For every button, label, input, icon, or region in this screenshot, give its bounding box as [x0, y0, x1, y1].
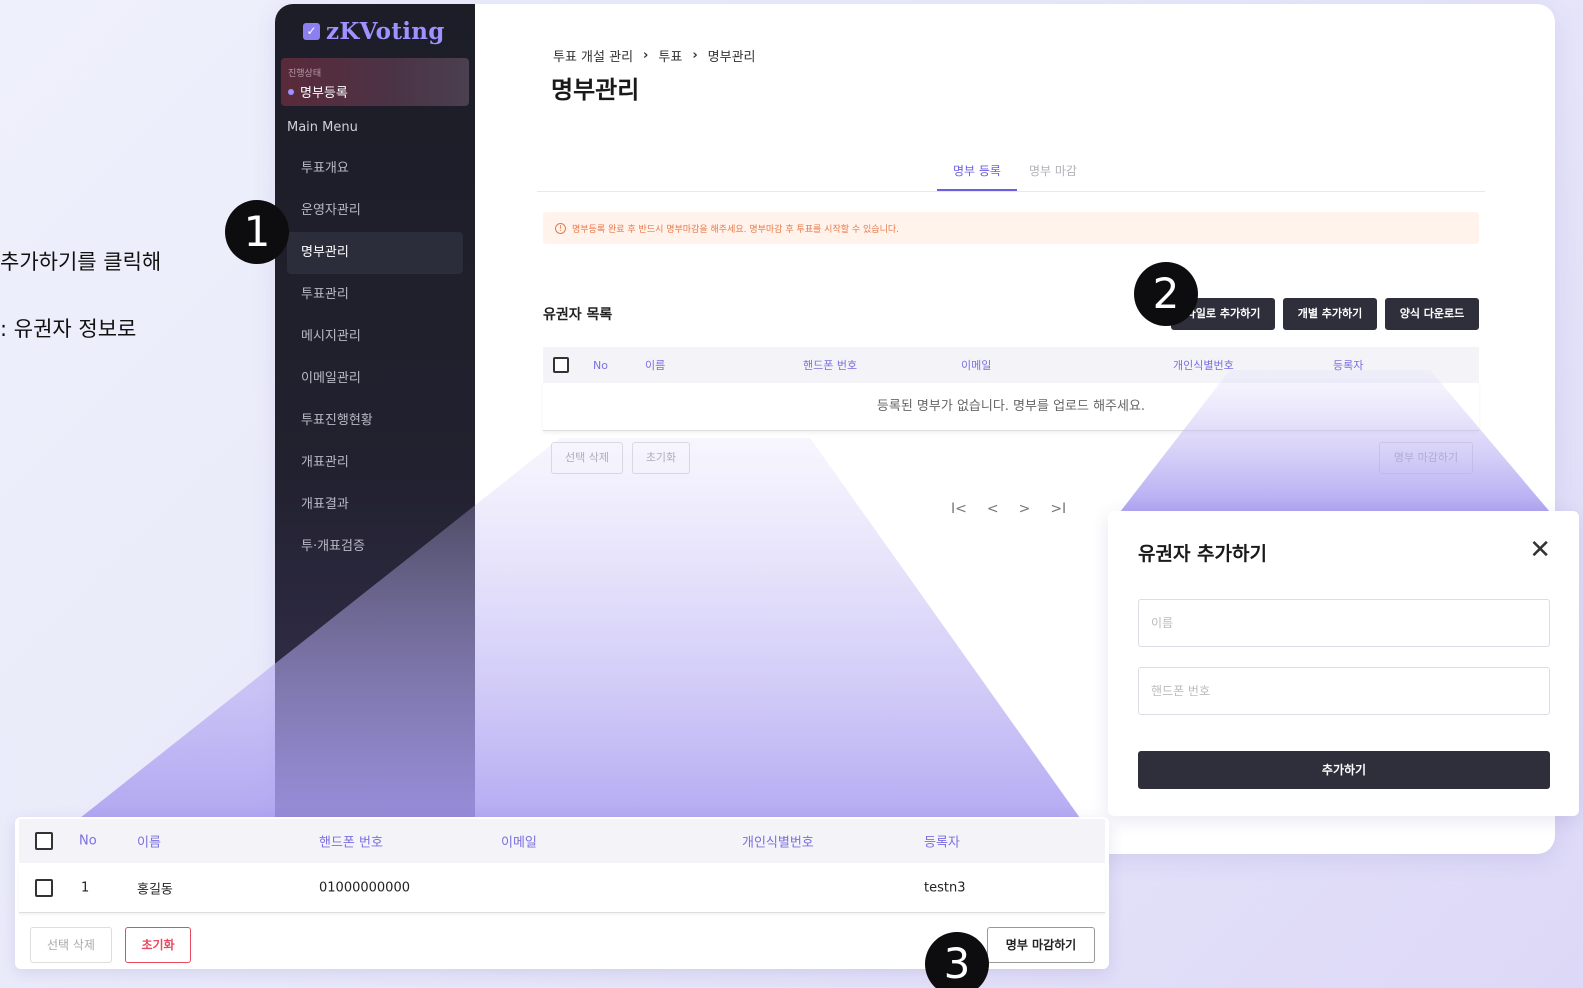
status-label: 진행상태 [288, 69, 322, 79]
zoom-column-email: 이메일 [501, 835, 537, 851]
voter-list-title: 유권자 목록 [543, 307, 613, 323]
next-page-icon[interactable]: > [1019, 501, 1031, 517]
zoom-column-no: No [79, 833, 97, 849]
notice-banner: ! 명부등록 완료 후 반드시 명부마감을 해주세요. 명부마감 후 투표를 시… [543, 212, 1479, 244]
zoom-column-name: 이름 [137, 835, 161, 851]
zoom-column-registrant: 등록자 [924, 835, 960, 851]
step-badge-2: 2 [1134, 262, 1198, 326]
page-title: 명부관리 [551, 76, 640, 104]
table-header: No 이름 핸드폰 번호 이메일 개인식별번호 등록자 [543, 347, 1479, 383]
zoom-column-personal-id: 개인식별번호 [742, 835, 814, 851]
download-template-button[interactable]: 양식 다운로드 [1385, 298, 1479, 330]
main-menu-title: Main Menu [287, 120, 358, 135]
chevron-right-icon: › [692, 48, 698, 63]
tab-bar: 명부 등록 명부 마감 [537, 162, 1485, 192]
logo[interactable]: ✓ zKVoting [303, 18, 445, 45]
sidebar-item-results[interactable]: 개표결과 [287, 484, 463, 526]
checkbox-logo-icon: ✓ [303, 23, 320, 40]
name-input[interactable] [1138, 599, 1550, 647]
logo-text: zKVoting [326, 18, 445, 45]
zoom-delete-selected-button[interactable]: 선택 삭제 [30, 927, 112, 963]
status-value-text: 명부등록 [300, 86, 348, 101]
sidebar-item-operators[interactable]: 운영자관리 [287, 190, 463, 232]
select-all-checkbox[interactable] [553, 357, 569, 373]
column-name: 이름 [645, 359, 666, 372]
sidebar-item-progress[interactable]: 투표진행현황 [287, 400, 463, 442]
sidebar-item-roster[interactable]: 명부관리 [287, 232, 463, 274]
side-instruction-1: 추가하기를 클릭해 [0, 250, 162, 274]
breadcrumb-item-2[interactable]: 투표 [658, 46, 682, 65]
sidebar-menu: 투표개요 운영자관리 명부관리 투표관리 메시지관리 이메일관리 투표진행현황 … [287, 148, 463, 568]
tab-roster-register[interactable]: 명부 등록 [937, 162, 1017, 191]
last-page-icon[interactable]: >I [1050, 501, 1066, 517]
table-row[interactable]: 1 홍길동 01000000000 testn3 [19, 863, 1105, 913]
column-no: No [593, 358, 608, 372]
tab-roster-close[interactable]: 명부 마감 [1013, 162, 1093, 189]
breadcrumb-item-1[interactable]: 투표 개설 관리 [553, 46, 633, 65]
step-badge-3: 3 [925, 932, 989, 988]
pagination: I< < > >I [951, 501, 1066, 517]
row-registrant: testn3 [924, 880, 966, 895]
breadcrumb: 투표 개설 관리 › 투표 › 명부관리 [553, 46, 756, 65]
column-email: 이메일 [961, 359, 992, 372]
add-single-button[interactable]: 개별 추가하기 [1283, 298, 1377, 330]
zoom-close-roster-button[interactable]: 명부 마감하기 [987, 927, 1095, 963]
sidebar: ✓ zKVoting 진행상태 명부등록 Main Menu 투표개요 운영자관… [275, 4, 475, 854]
phone-input[interactable] [1138, 667, 1550, 715]
add-voter-submit-button[interactable]: 추가하기 [1138, 751, 1550, 789]
delete-selected-button[interactable]: 선택 삭제 [551, 442, 623, 474]
sidebar-item-verification[interactable]: 투·개표검증 [287, 526, 463, 568]
row-name: 홍길동 [137, 882, 173, 897]
sidebar-item-emails[interactable]: 이메일관리 [287, 358, 463, 400]
modal-title: 유권자 추가하기 [1138, 543, 1267, 565]
row-phone: 01000000000 [319, 880, 410, 895]
column-phone: 핸드폰 번호 [803, 359, 858, 372]
info-icon: ! [555, 222, 566, 234]
zoom-table-header: No 이름 핸드폰 번호 이메일 개인식별번호 등록자 [19, 819, 1105, 863]
reset-button[interactable]: 초기화 [632, 442, 690, 474]
side-instruction-2: : 유권자 정보로 [0, 317, 137, 341]
empty-table-message: 등록된 명부가 없습니다. 명부를 업로드 해주세요. [543, 383, 1479, 431]
status-dot-icon [288, 88, 294, 95]
column-registrant: 등록자 [1333, 359, 1364, 372]
notice-text: 명부등록 완료 후 반드시 명부마감을 해주세요. 명부마감 후 투표를 시작할… [572, 224, 899, 235]
close-icon[interactable]: ✕ [1529, 537, 1551, 563]
sidebar-item-counting[interactable]: 개표관리 [287, 442, 463, 484]
sidebar-item-messages[interactable]: 메시지관리 [287, 316, 463, 358]
step-badge-1: 1 [225, 200, 289, 264]
row-no: 1 [81, 880, 90, 895]
prev-page-icon[interactable]: < [987, 501, 999, 517]
column-personal-id: 개인식별번호 [1173, 359, 1234, 372]
first-page-icon[interactable]: I< [951, 501, 967, 517]
chevron-right-icon: › [643, 48, 649, 63]
zoom-reset-button[interactable]: 초기화 [125, 927, 191, 963]
zoom-select-all-checkbox[interactable] [35, 832, 53, 850]
sidebar-item-votes[interactable]: 투표관리 [287, 274, 463, 316]
status-value: 명부등록 [288, 82, 348, 101]
close-roster-button[interactable]: 명부 마감하기 [1379, 442, 1473, 474]
zoom-column-phone: 핸드폰 번호 [319, 835, 383, 851]
voter-table: No 이름 핸드폰 번호 이메일 개인식별번호 등록자 등록된 명부가 없습니다… [543, 347, 1479, 431]
row-checkbox[interactable] [35, 878, 53, 897]
breadcrumb-item-3: 명부관리 [707, 50, 756, 65]
sidebar-item-overview[interactable]: 투표개요 [287, 148, 463, 190]
status-card: 진행상태 명부등록 [281, 58, 469, 106]
add-voter-modal: 유권자 추가하기 ✕ 추가하기 [1108, 511, 1579, 816]
